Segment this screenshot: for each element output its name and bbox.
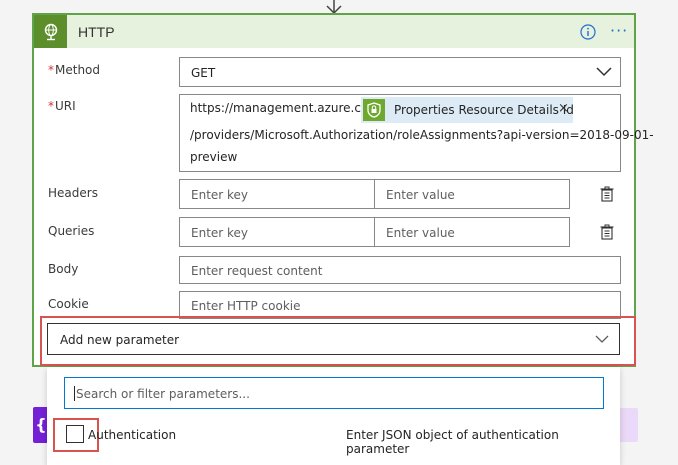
- queries-value-input[interactable]: Enter value: [374, 217, 570, 247]
- info-icon[interactable]: [580, 24, 596, 40]
- delete-row-icon[interactable]: [600, 186, 614, 202]
- method-value: GET: [191, 66, 216, 80]
- chevron-down-icon: [595, 335, 609, 343]
- text-cursor: [74, 386, 75, 401]
- method-select[interactable]: GET: [179, 57, 621, 87]
- queries-label: Queries: [48, 224, 95, 238]
- chevron-down-icon: [596, 67, 612, 77]
- required-marker: *: [48, 63, 54, 77]
- parameter-search-input[interactable]: Search or filter parameters...: [64, 377, 604, 409]
- token-label: Properties Resource Details Id: [394, 103, 574, 117]
- uri-label: *URI: [48, 99, 76, 113]
- body-input[interactable]: Enter request content: [179, 256, 621, 284]
- queries-key-input[interactable]: Enter key: [179, 217, 375, 247]
- token-remove-icon[interactable]: ×: [558, 101, 569, 116]
- uri-path: /providers/Microsoft.Authorization/roleA…: [190, 128, 654, 142]
- card-header[interactable]: HTTP ···: [34, 15, 634, 48]
- authentication-option-description: Enter JSON object of authentication para…: [346, 428, 559, 456]
- add-parameter-label: Add new parameter: [60, 333, 180, 347]
- uri-prefix: https://management.azure.com/: [190, 101, 385, 115]
- http-globe-icon: [34, 15, 67, 48]
- more-options-icon[interactable]: ···: [610, 21, 628, 40]
- parameter-dropdown-panel: Search or filter parameters... Authentic…: [47, 367, 620, 465]
- authentication-option-label[interactable]: Authentication: [88, 428, 176, 442]
- delete-row-icon[interactable]: [600, 224, 614, 240]
- cookie-label: Cookie: [48, 297, 89, 311]
- cookie-input[interactable]: Enter HTTP cookie: [179, 291, 621, 319]
- headers-value-input[interactable]: Enter value: [374, 179, 570, 209]
- dynamic-content-token[interactable]: Properties Resource Details Id ×: [361, 97, 574, 123]
- required-marker: *: [48, 99, 54, 113]
- body-label: Body: [48, 262, 79, 276]
- designer-canvas: { HTTP ··· *Method GET *URI https://mana…: [0, 0, 678, 465]
- headers-label: Headers: [48, 186, 98, 200]
- uri-field[interactable]: https://management.azure.com/ Properties…: [179, 94, 654, 172]
- headers-key-input[interactable]: Enter key: [179, 179, 375, 209]
- card-title: HTTP: [78, 24, 115, 40]
- add-parameter-dropdown[interactable]: Add new parameter: [47, 323, 620, 355]
- uri-path-continued: preview: [190, 150, 238, 164]
- http-action-card: HTTP ··· *Method GET *URI https://manage…: [32, 13, 654, 367]
- method-label: *Method: [48, 63, 101, 77]
- shield-lock-icon: [363, 99, 385, 121]
